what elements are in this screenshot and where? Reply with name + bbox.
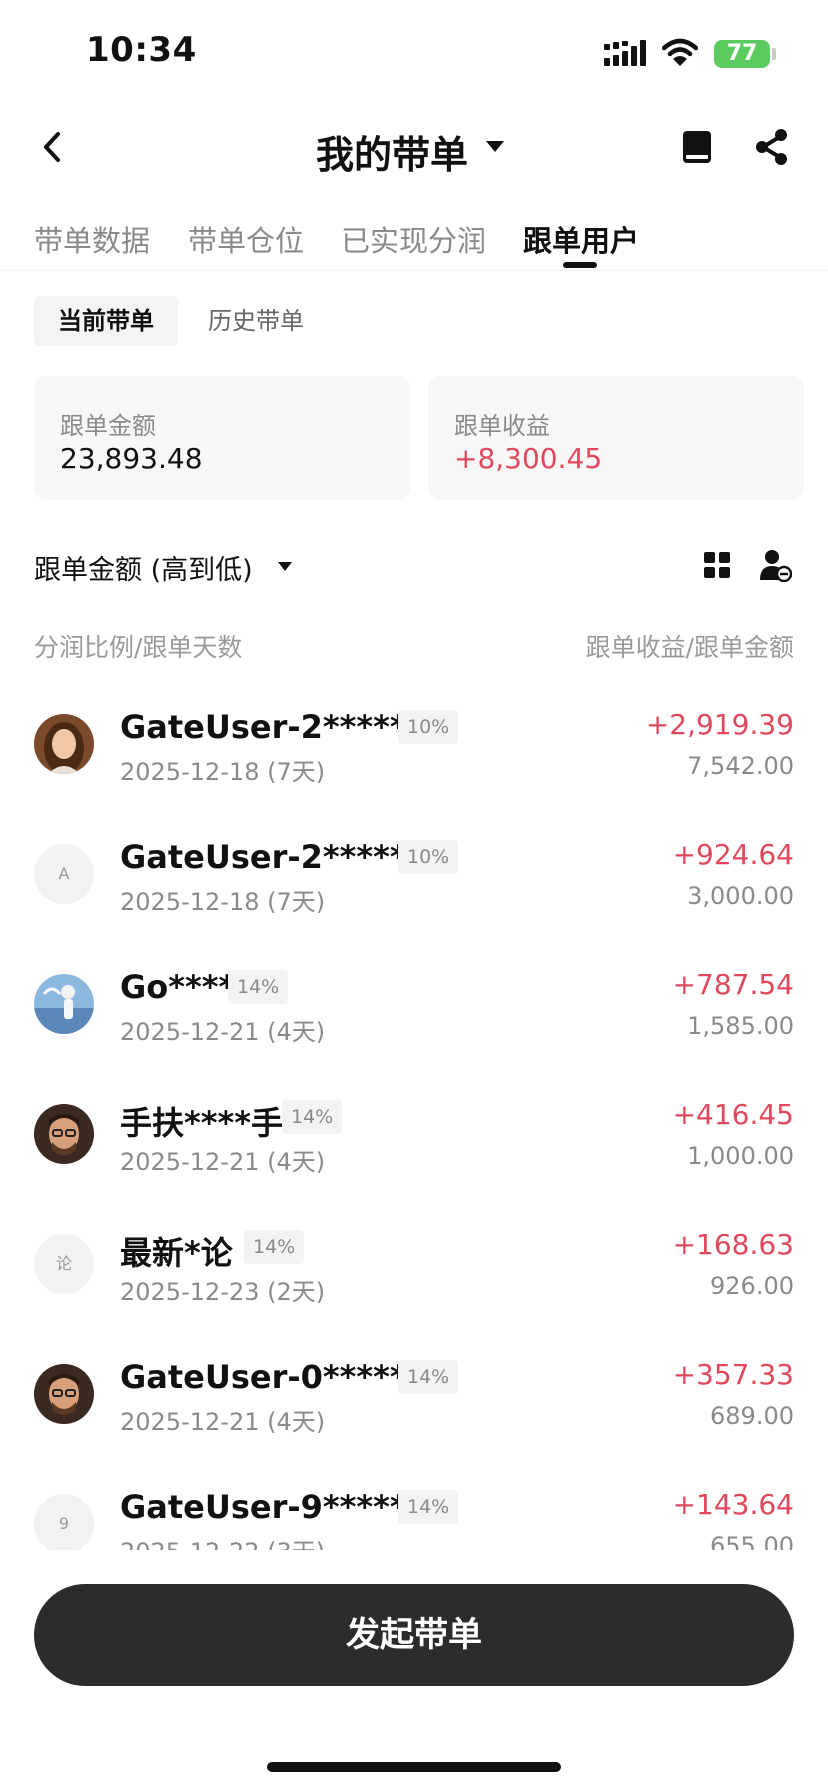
tab-realized-profit-share[interactable]: 已实现分润 [341,218,486,260]
follower-amount: 1,000.00 [687,1142,794,1170]
book-icon[interactable] [682,130,712,164]
column-header-left: 分润比例/跟单天数 [34,633,243,662]
follow-date: 2025-12-18 (7天) [120,888,326,916]
summary-amount-label: 跟单金额 [60,412,156,440]
woman-portrait-icon [34,714,94,774]
summary-amount-value: 23,893.48 [60,442,203,475]
column-header-right: 跟单收益/跟单金额 [585,633,794,662]
follower-amount: 655.00 [710,1532,794,1550]
follower-name: GateUser-0******4 [120,1358,446,1396]
segment-current[interactable]: 当前带单 [34,296,178,346]
avatar [34,974,94,1034]
start-copy-trading-button[interactable]: 发起带单 [34,1584,794,1686]
profit-share-ratio-badge: 14% [228,970,289,1004]
cellular-signal-icon [604,40,646,66]
follower-amount: 689.00 [710,1402,794,1430]
sort-caret-icon[interactable] [278,562,292,571]
follow-date: 2025-12-22 (3天) [120,1532,325,1550]
follower-row[interactable]: Go****t 14% 2025-12-21 (4天) +787.54 1,58… [0,940,828,1070]
follower-row[interactable]: A GateUser-2******a 10% 2025-12-18 (7天) … [0,810,828,940]
avatar: 论 [34,1234,94,1294]
profit-share-ratio-badge: 10% [398,710,459,744]
summary-profit-label: 跟单收益 [454,412,550,440]
follower-name: 最新*论 [120,1234,233,1272]
tab-followers[interactable]: 跟单用户 [523,218,639,260]
summary-profit-value: +8,300.45 [454,442,603,475]
follower-profit: +168.63 [672,1228,794,1261]
follow-date: 2025-12-21 (4天) [120,1408,326,1436]
follower-amount: 926.00 [710,1272,794,1300]
follower-amount: 3,000.00 [687,882,794,910]
tab-copy-positions[interactable]: 带单仓位 [188,218,304,260]
follower-name: 手扶****手 [120,1104,283,1142]
avatar: 9 [34,1494,94,1550]
follow-date: 2025-12-21 (4天) [120,1148,326,1176]
profit-share-ratio-badge: 14% [282,1100,343,1134]
tabs-divider [0,270,828,271]
follower-profit: +357.33 [672,1358,794,1391]
profit-share-ratio-badge: 14% [398,1360,459,1394]
battery-level: 77 [726,41,758,66]
profit-share-ratio-badge: 14% [244,1230,305,1264]
follower-row[interactable]: 9 GateUser-9******9 14% 2025-12-22 (3天) … [0,1460,828,1550]
follow-date: 2025-12-18 (7天) [120,758,326,786]
follower-row[interactable]: GateUser-0******4 14% 2025-12-21 (4天) +3… [0,1330,828,1460]
follower-profit: +2,919.39 [645,708,794,741]
battery-indicator: 77 [714,40,770,68]
wifi-icon [662,38,698,66]
segment-history[interactable]: 历史带单 [208,296,304,346]
page: 10:34 77 我的带单 带单数据 带单仓位 已实现分润 跟单用户 当前带单 … [0,0,828,1792]
follower-amount: 7,542.00 [687,752,794,780]
beach-portrait-icon [34,974,94,1034]
follower-name: GateUser-2******7 [120,708,446,746]
follower-row[interactable]: 论 最新*论 14% 2025-12-23 (2天) +168.63 926.0… [0,1200,828,1330]
follower-profit: +924.64 [672,838,794,871]
summary-card-profit: 跟单收益 +8,300.45 [428,376,804,500]
avatar [34,1104,94,1164]
summary-card-amount: 跟单金额 23,893.48 [34,376,410,500]
follower-row[interactable]: GateUser-2******7 10% 2025-12-18 (7天) +2… [0,680,828,810]
follower-row[interactable]: 手扶****手 14% 2025-12-21 (4天) +416.45 1,00… [0,1070,828,1200]
tab-copy-data[interactable]: 带单数据 [34,218,150,260]
follower-profit: +143.64 [672,1488,794,1521]
man-portrait-icon [34,1364,94,1424]
back-chevron-icon[interactable] [38,128,68,166]
follower-amount: 1,585.00 [687,1012,794,1040]
share-icon[interactable] [754,128,790,166]
title-dropdown-caret-icon[interactable] [486,141,504,152]
sort-dropdown[interactable]: 跟单金额 (高到低) [34,548,253,587]
follower-profit: +416.45 [672,1098,794,1131]
profit-share-ratio-badge: 10% [398,840,459,874]
active-tab-indicator [563,262,597,268]
follow-date: 2025-12-21 (4天) [120,1018,326,1046]
page-title[interactable]: 我的带单 [316,124,468,179]
follower-list: GateUser-2******7 10% 2025-12-18 (7天) +2… [0,680,828,1550]
grid-view-icon[interactable] [704,552,730,578]
follow-date: 2025-12-23 (2天) [120,1278,326,1306]
avatar [34,1364,94,1424]
avatar: A [34,844,94,904]
status-time: 10:34 [86,30,197,70]
profit-share-ratio-badge: 14% [398,1490,459,1524]
battery-nub [772,48,776,60]
home-indicator [267,1762,561,1772]
avatar [34,714,94,774]
man-portrait-icon [34,1104,94,1164]
follower-name: GateUser-2******a [120,838,445,876]
remove-user-icon[interactable] [760,548,792,582]
follower-name: GateUser-9******9 [120,1488,446,1526]
follower-profit: +787.54 [672,968,794,1001]
